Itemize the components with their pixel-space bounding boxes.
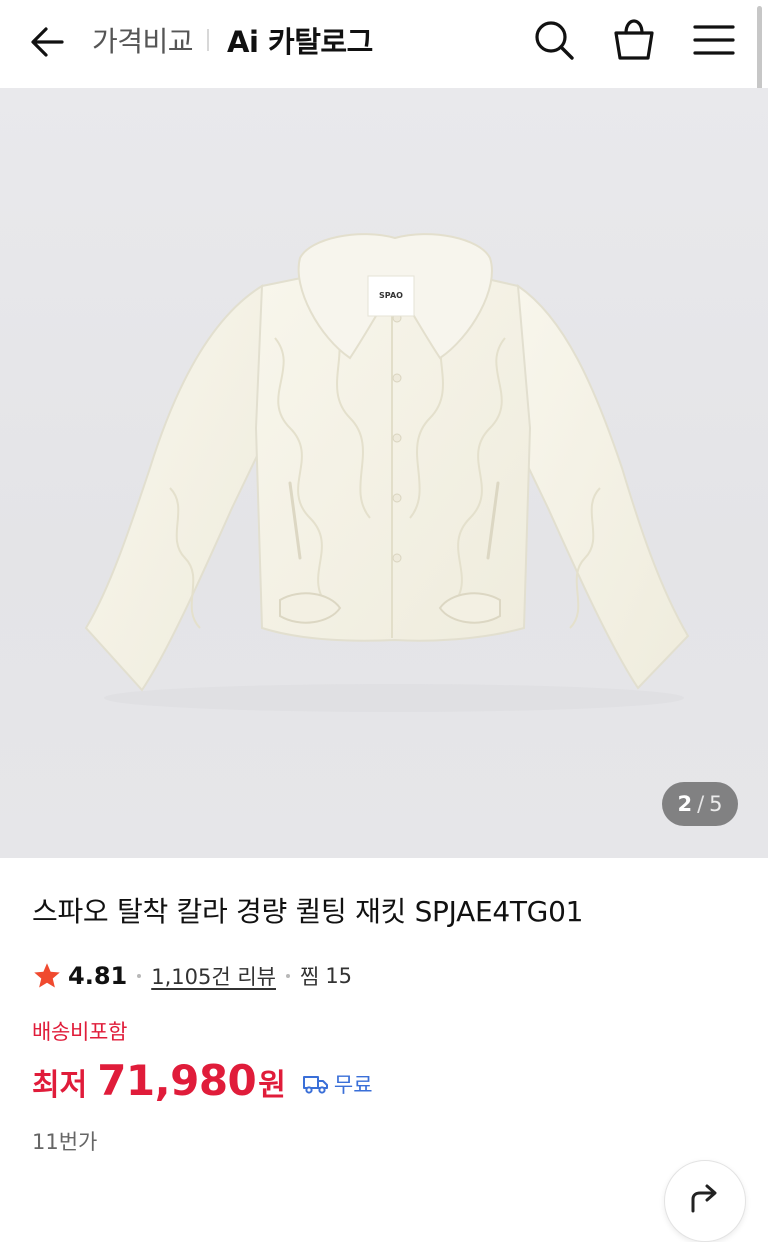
arrow-left-icon	[31, 27, 64, 57]
breadcrumb-price-compare[interactable]: 가격비교	[92, 20, 194, 60]
cart-button[interactable]	[610, 16, 658, 64]
rating-row: 4.81 1,105건 리뷰 찜 15	[32, 958, 352, 994]
star-icon	[34, 963, 60, 988]
product-image-gallery[interactable]: SPAO 2 / 5	[0, 88, 768, 858]
shipping-fee: 무료	[333, 1073, 373, 1097]
shipping-included-note: 배송비포함	[32, 1020, 128, 1044]
free-shipping-badge: 무료	[302, 1069, 373, 1099]
seller-name[interactable]: 11번가	[32, 1126, 97, 1156]
truck-icon	[302, 1076, 328, 1094]
breadcrumb: 가격비교 Ai 카탈로그	[92, 18, 373, 62]
search-icon	[535, 21, 574, 60]
rating-value: 4.81	[68, 962, 128, 990]
top-header: 가격비교 Ai 카탈로그	[0, 0, 768, 88]
breadcrumb-divider	[207, 29, 210, 51]
shopping-bag-icon	[614, 19, 654, 60]
share-button[interactable]	[664, 1160, 746, 1242]
share-arrow-icon	[691, 1184, 717, 1213]
price-value: 71,980	[97, 1056, 257, 1105]
product-title: 스파오 탈착 칼라 경량 퀼팅 재킷 SPJAE4TG01	[32, 895, 584, 928]
product-image-jacket: SPAO	[84, 233, 690, 712]
price-row: 최저 71,980 원 무료	[32, 1056, 373, 1112]
zzim-label: 찜	[299, 965, 320, 989]
hamburger-menu-icon	[693, 25, 735, 55]
price-unit: 원	[258, 1068, 286, 1103]
dot-separator	[285, 974, 290, 978]
lowest-price-label: 최저	[32, 1068, 88, 1103]
menu-button[interactable]	[690, 16, 738, 64]
dot-separator	[137, 974, 142, 978]
back-button[interactable]	[26, 20, 70, 64]
image-counter-separator: /	[697, 792, 705, 816]
zzim-count: 15	[325, 964, 353, 988]
review-count-link[interactable]: 1,105건 리뷰	[151, 961, 276, 991]
jacket-brand-tag: SPAO	[379, 291, 403, 300]
image-counter-current: 2	[677, 792, 693, 816]
breadcrumb-ai-catalog[interactable]: Ai 카탈로그	[227, 19, 373, 61]
image-counter-badge: 2 / 5	[662, 782, 738, 826]
search-button[interactable]	[530, 16, 578, 64]
image-counter-total: 5	[709, 792, 723, 816]
